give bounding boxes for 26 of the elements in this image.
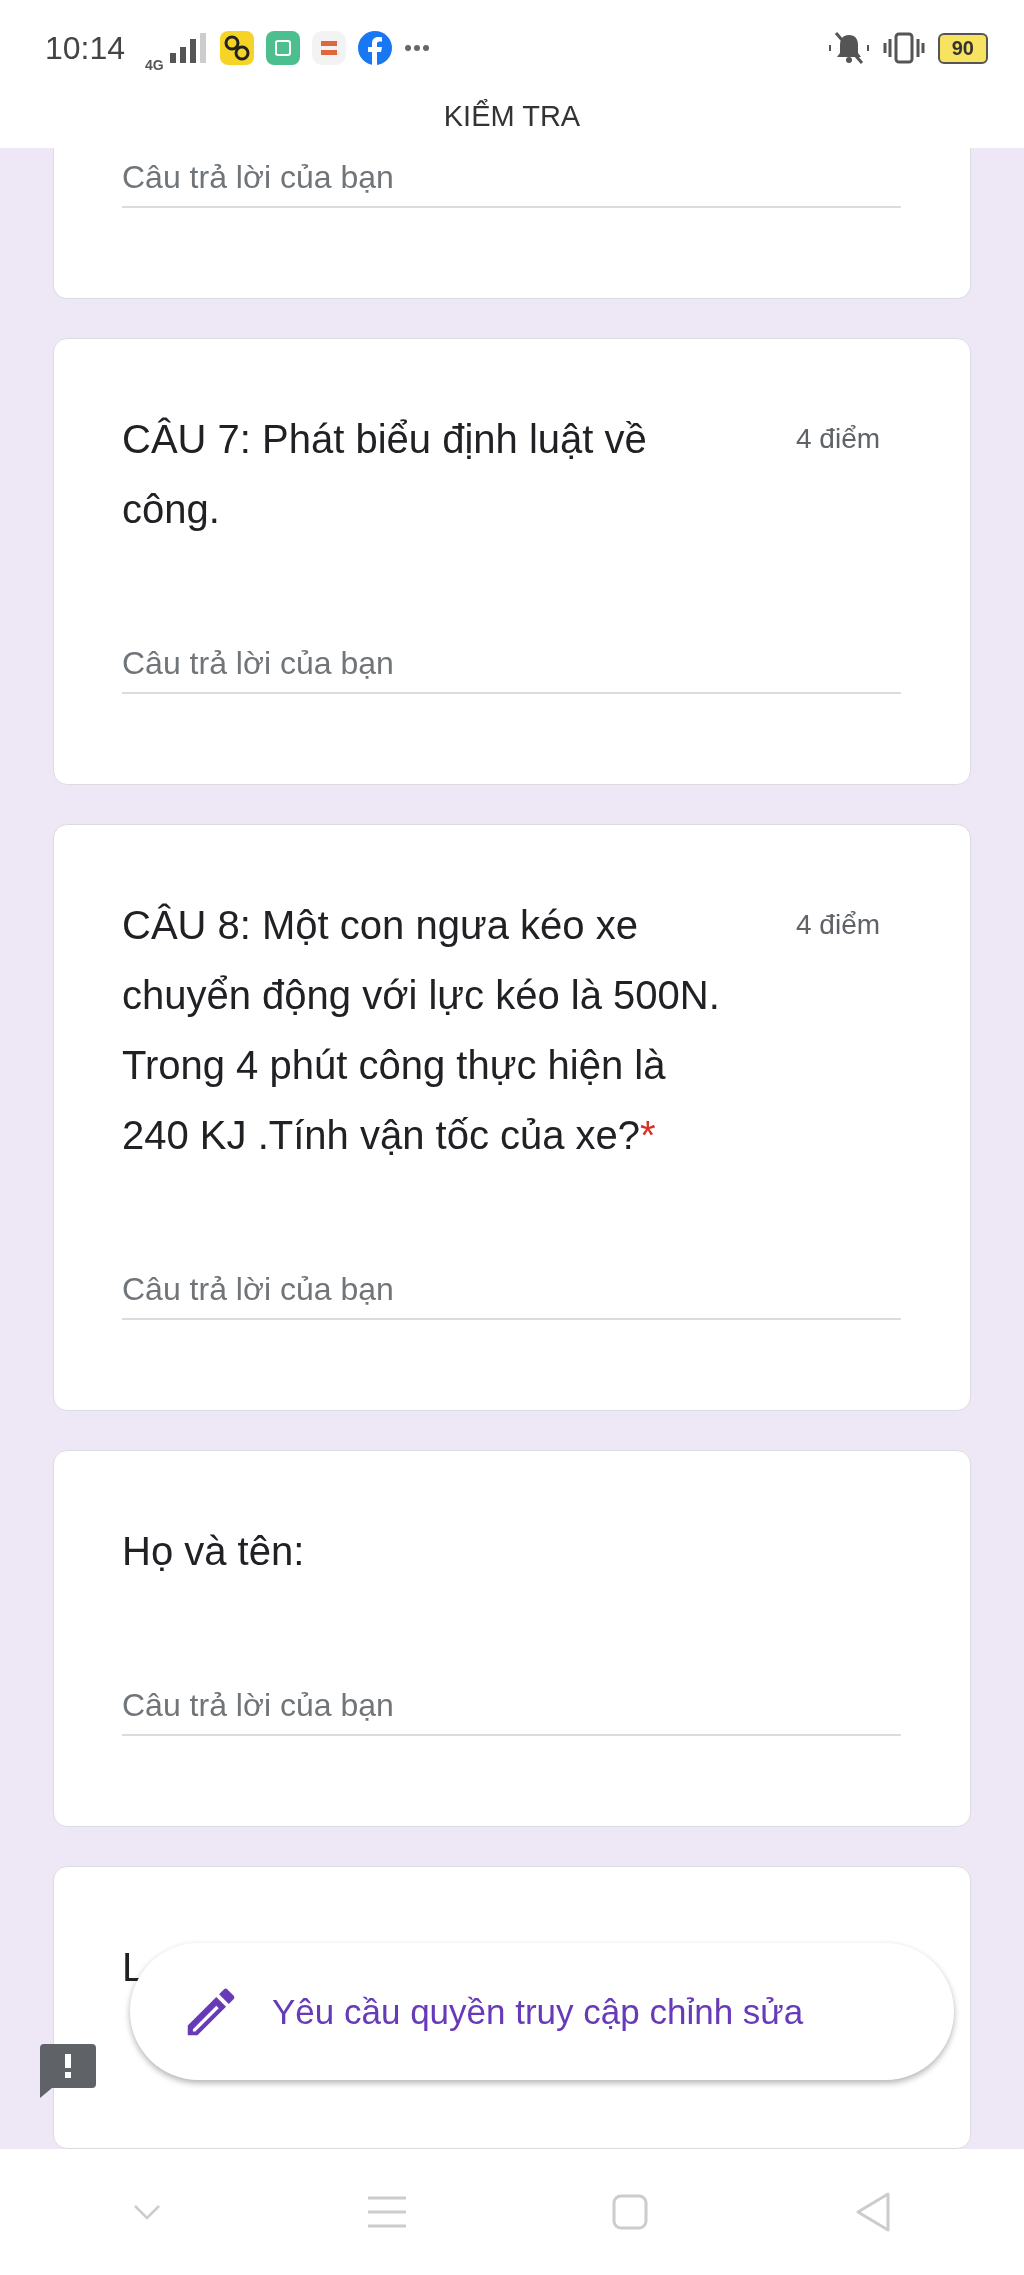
chevron-down-icon[interactable] [133,2204,162,2220]
page-title: KIỂM TRA [442,98,582,134]
battery-level: 90 [937,32,988,64]
question-text: CÂU 7: Phát biểu định luật về công. [122,416,648,533]
more-icon [403,44,430,52]
question-text: Họ và tên: [122,1528,306,1575]
status-time: 10:14 [45,29,126,67]
signal-icon [167,33,208,63]
answer-field[interactable]: Câu trả lời của bạn [122,148,901,208]
points-label: 4 điểm [796,422,882,456]
network-type: 4G [145,57,164,73]
question-text: CÂU 8: Một con ngưa kéo xe chuyển động với lực kéo là 500N. Trong 4 phút công thực hiện là 240 KJ .Tính vận tốc của xe?* [122,902,721,1159]
answer-field[interactable]: Câu trả lời của bạn [122,1260,901,1320]
answer-field[interactable]: Câu trả lời của bạn [122,634,901,694]
bell-muted-icon [827,31,870,65]
app-icon [265,31,300,65]
vibrate-icon [881,31,926,65]
feedback-icon[interactable] [40,2044,96,2098]
menu-icon[interactable] [367,2196,406,2228]
answer-field[interactable]: Câu trả lời của bạn [122,1676,901,1736]
back-icon[interactable] [854,2191,891,2233]
facebook-icon [357,31,392,65]
app-icon [311,31,346,65]
home-icon[interactable] [612,2194,649,2230]
app-icon [219,31,254,65]
points-label: 4 điểm [796,908,882,942]
